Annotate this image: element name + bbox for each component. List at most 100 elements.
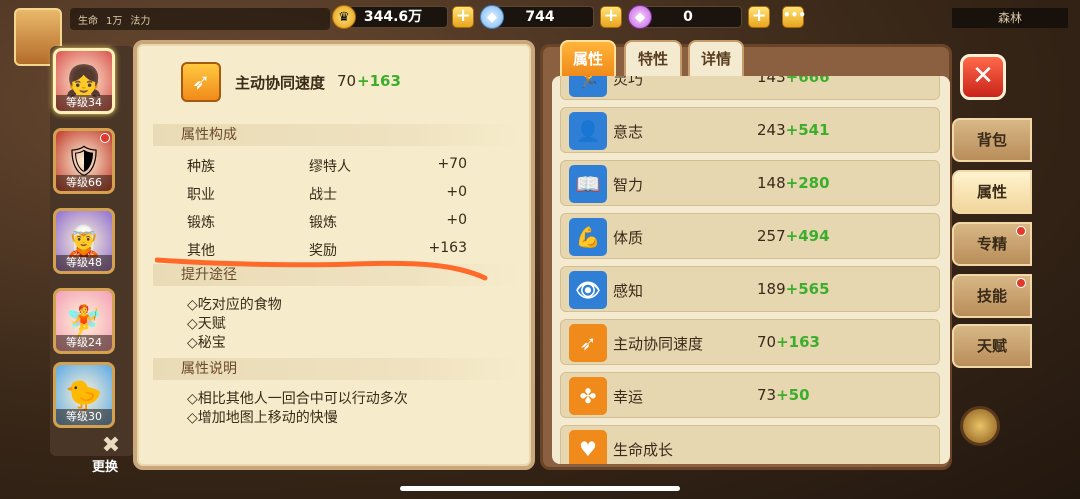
attribute-bonus: +494	[785, 227, 830, 245]
attribute-name: 幸运	[613, 388, 644, 406]
composition-row: 锻炼 锻炼 +0	[187, 212, 467, 231]
attribute-name: 主动协同速度	[613, 335, 704, 353]
side-tab-label: 专精	[976, 235, 1007, 253]
attribute-row[interactable]: 👁 感知 189+565	[560, 266, 940, 312]
speed-icon: ➶	[181, 62, 221, 102]
eye-icon: 👁	[569, 271, 607, 309]
composition-row: 其他 奖励 +163	[187, 240, 467, 259]
hero-card[interactable]: 👧 等级34	[53, 48, 115, 114]
attribute-detail-panel: ➶ 主动协同速度 70 +163 属性构成 种族 缪特人 +70 职业 战士 +…	[133, 40, 535, 470]
attribute-name: 灵巧	[613, 76, 644, 88]
composition-header: 属性构成	[153, 124, 523, 146]
swap-label: 更换	[92, 460, 119, 475]
gold-currency: ♛ 344.6万	[332, 4, 448, 30]
hero-card[interactable]: 🛡 等级66	[53, 128, 115, 194]
tab-attributes[interactable]: 属性	[560, 40, 616, 76]
attribute-value: 73+50	[757, 386, 810, 404]
side-tab-label: 背包	[976, 131, 1007, 149]
attribute-bonus: +666	[785, 76, 830, 86]
hp-value: 1万	[106, 15, 123, 27]
heart-icon: ♥	[569, 430, 607, 464]
alert-badge	[1016, 226, 1026, 236]
attribute-row[interactable]: 💪 体质 257+494	[560, 213, 940, 259]
side-tab[interactable]: 天赋	[952, 324, 1032, 368]
more-menu-button[interactable]: •••	[782, 6, 806, 28]
speed-icon: ➶	[569, 324, 607, 362]
hero-level: 等级30	[56, 409, 112, 425]
attribute-base: 257	[757, 227, 786, 245]
add-gem-button[interactable]: +	[748, 6, 770, 28]
composition-row: 职业 战士 +0	[187, 184, 467, 203]
attribute-bonus: +50	[776, 386, 810, 404]
attribute-base: 73	[757, 386, 777, 404]
hero-card[interactable]: 🐤 等级30	[53, 362, 115, 428]
attribute-value: 243+541	[757, 121, 830, 139]
player-status-bar: 生命 1万 法力	[70, 8, 330, 30]
attribute-base: 143	[757, 76, 786, 86]
swap-icon: ✖	[101, 433, 121, 458]
attribute-value: 70+163	[757, 333, 820, 351]
side-tab[interactable]: 背包	[952, 118, 1032, 162]
improve-item: ◇天赋	[187, 316, 226, 332]
improve-item: ◇秘宝	[187, 335, 226, 351]
attribute-row[interactable]: ➶ 主动协同速度 70+163	[560, 319, 940, 365]
composition-row: 种族 缪特人 +70	[187, 156, 467, 175]
hero-level: 等级48	[56, 255, 112, 271]
detail-bonus-value: +163	[357, 72, 401, 90]
attribute-base: 189	[757, 280, 786, 298]
attribute-bonus: +163	[776, 333, 820, 351]
attribute-base: 243	[757, 121, 786, 139]
hero-level: 等级66	[56, 175, 112, 191]
hp-label: 生命	[78, 15, 98, 27]
clover-icon: ✤	[569, 377, 607, 415]
detail-base-value: 70	[337, 72, 357, 90]
attribute-bonus: +541	[785, 121, 830, 139]
attribute-base: 70	[757, 333, 777, 351]
book-icon: 📖	[569, 165, 607, 203]
attribute-name: 体质	[613, 229, 644, 247]
swap-button[interactable]: ✖ 更换	[92, 433, 130, 476]
side-tab-label: 天赋	[976, 337, 1007, 355]
attribute-base: 148	[757, 174, 786, 192]
explain-item: ◇相比其他人一回合中可以行动多次	[187, 391, 408, 407]
improve-item: ◇吃对应的食物	[187, 297, 282, 313]
add-gold-button[interactable]: +	[452, 6, 474, 28]
hero-level: 等级24	[56, 335, 112, 351]
alert-badge	[1016, 278, 1026, 288]
attribute-row[interactable]: 📖 智力 148+280	[560, 160, 940, 206]
detail-title: 主动协同速度	[235, 74, 326, 92]
side-tab[interactable]: 属性	[952, 170, 1032, 214]
alert-badge	[100, 133, 110, 143]
attribute-name: 意志	[613, 123, 644, 141]
diamond-icon: ◆	[480, 5, 504, 29]
side-tab[interactable]: 技能	[952, 274, 1032, 318]
attribute-row[interactable]: ✤ 幸运 73+50	[560, 372, 940, 418]
panel-knob-icon	[960, 406, 1000, 446]
improve-header: 提升途径	[153, 264, 523, 286]
side-tab-label: 技能	[976, 287, 1007, 305]
add-diamond-button[interactable]: +	[600, 6, 622, 28]
explain-item: ◇增加地图上移动的快慢	[187, 410, 338, 426]
attribute-row[interactable]: 👤 意志 243+541	[560, 107, 940, 153]
side-tab[interactable]: 专精	[952, 222, 1032, 266]
close-button[interactable]: ✕	[960, 54, 1006, 100]
mp-label: 法力	[130, 15, 151, 27]
hero-card[interactable]: 🧝 等级48	[53, 208, 115, 274]
home-indicator	[400, 486, 680, 491]
attribute-row[interactable]: 🏃 灵巧 143+666	[560, 76, 940, 100]
attribute-name: 生命成长	[613, 441, 674, 459]
side-tab-label: 属性	[976, 183, 1007, 201]
tab-details[interactable]: 详情	[688, 40, 744, 76]
attribute-value: 257+494	[757, 227, 830, 245]
attribute-bonus: +565	[785, 280, 830, 298]
attribute-name: 感知	[613, 282, 644, 300]
gem-icon: ◆	[628, 5, 652, 29]
attribute-value: 143+666	[757, 76, 830, 86]
tab-traits[interactable]: 特性	[624, 40, 682, 76]
coin-icon: ♛	[332, 5, 356, 29]
agility-icon: 🏃	[569, 76, 607, 97]
attribute-bonus: +280	[785, 174, 830, 192]
attribute-row[interactable]: ♥ 生命成长	[560, 425, 940, 464]
hero-card[interactable]: 🧚 等级24	[53, 288, 115, 354]
attribute-list[interactable]: 🏃 灵巧 143+666 👤 意志 243+541 📖 智力 148+280 💪 体质 257+494…	[552, 76, 950, 464]
